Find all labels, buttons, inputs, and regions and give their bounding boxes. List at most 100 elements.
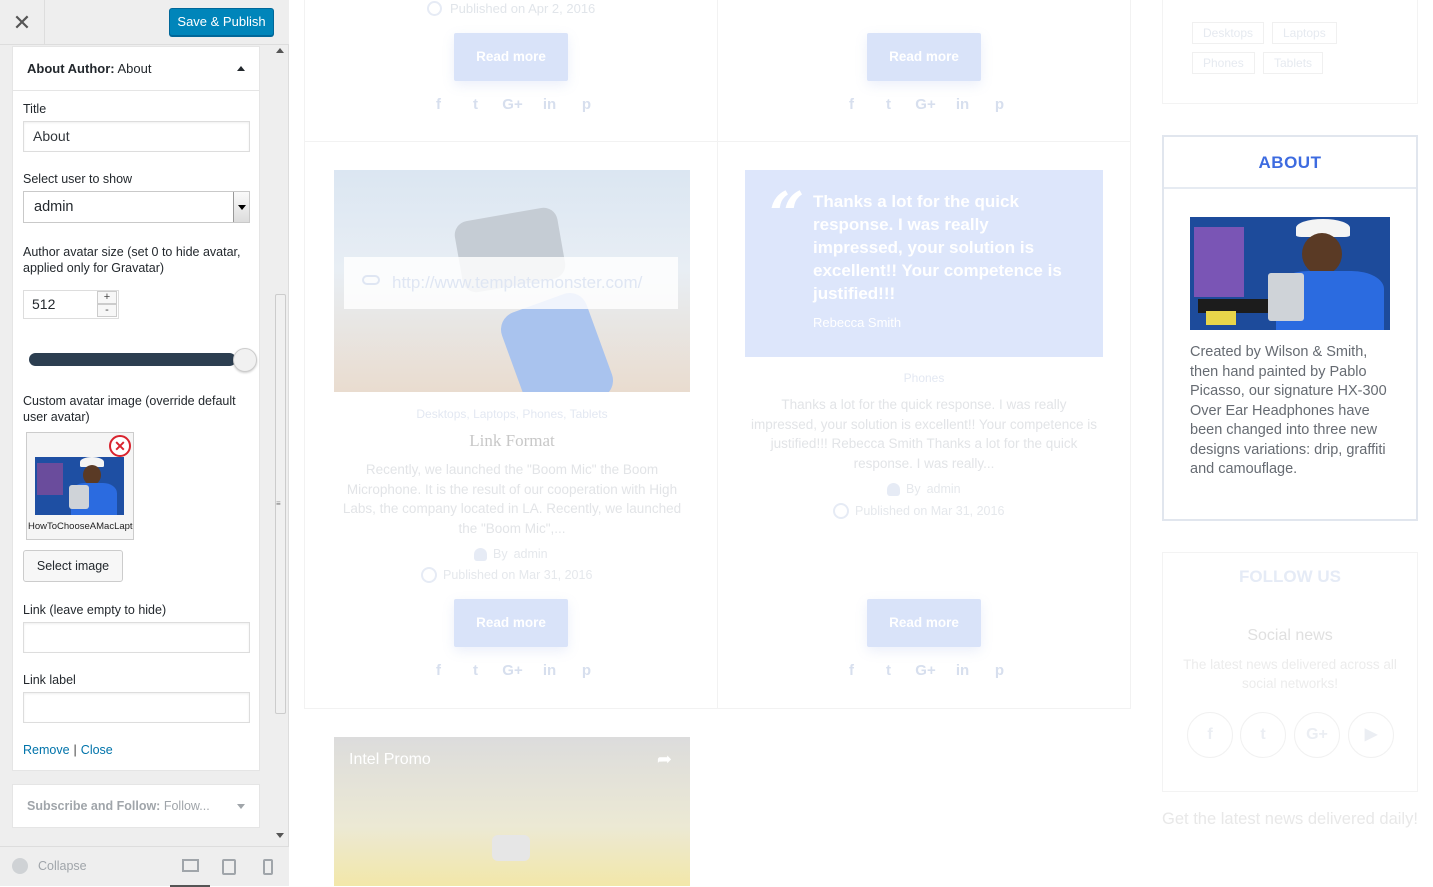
twitter-icon[interactable]: t [870,96,907,113]
social-news-description: The latest news delivered across all soc… [1183,657,1397,691]
quote-text: Thanks a lot for the quick response. I w… [813,192,1062,303]
link-label-label: Link label [23,673,76,687]
scrollbar-grip-icon: ≡ [276,499,281,508]
avatar-thumbnail-caption: HowToChooseAMacLaptop [28,521,133,532]
author-icon [474,547,487,561]
post-categories[interactable]: Desktops, Laptops, Phones, Tablets [334,407,690,421]
pinterest-icon[interactable]: p [981,96,1018,113]
collapse-icon [12,858,28,874]
linkedin-icon[interactable]: in [531,662,568,679]
read-more-button[interactable]: Read more [867,599,981,647]
subscribe-widget-title: Subscribe and Follow: Follow... [27,799,210,813]
select-image-button[interactable]: Select image [23,550,123,582]
scroll-up-icon[interactable] [276,48,284,53]
select-user-dropdown[interactable]: admin [23,191,250,223]
post-categories[interactable]: Phones [745,371,1103,385]
read-more-button[interactable]: Read more [454,599,568,647]
link-input[interactable] [23,622,250,653]
avatar-thumbnail[interactable]: HowToChooseAMacLaptop ✕ [26,432,134,540]
read-more-button[interactable]: Read more [867,33,981,81]
tag-link[interactable]: Desktops [1192,22,1265,44]
author-link[interactable]: admin [927,482,961,496]
link-url[interactable]: http://www.templatemonster.com/ [392,273,642,292]
twitter-icon[interactable]: t [457,96,494,113]
remove-image-icon[interactable]: ✕ [109,435,131,457]
select-user-value: admin [34,199,74,215]
pinterest-icon[interactable]: p [981,662,1018,679]
google-plus-icon[interactable]: G+ [907,96,944,113]
tag-link[interactable]: Tablets [1263,52,1324,74]
tag-link[interactable]: Laptops [1272,22,1337,44]
link-label: Link (leave empty to hide) [23,603,167,617]
google-plus-icon[interactable]: G+ [494,96,531,113]
twitter-icon[interactable]: t [1240,712,1286,758]
post-author: By admin [474,547,548,561]
google-plus-icon[interactable]: G+ [494,662,531,679]
google-plus-icon[interactable]: G+ [907,662,944,679]
share-icons: f t G+ in p [420,662,605,679]
post-date: Published on Mar 31, 2016 [833,503,1004,519]
facebook-icon[interactable]: f [420,96,457,113]
remove-link[interactable]: Remove [23,743,70,757]
post-date: Published on Mar 31, 2016 [421,567,592,583]
avatar-size-stepper[interactable]: + - [97,291,117,318]
linkedin-icon[interactable]: in [531,96,568,113]
custom-avatar-label: Custom avatar image (override default us… [23,394,236,424]
social-news-heading: Social news [1247,627,1333,644]
link-label-input[interactable] [23,692,250,723]
quote-icon: “ [769,178,805,251]
twitter-icon[interactable]: t [870,662,907,679]
customizer-footer: Collapse [0,846,289,887]
video-embed[interactable]: Intel Promo ➦ [334,737,690,886]
scroll-down-icon[interactable] [276,833,284,838]
google-plus-icon[interactable]: G+ [1294,712,1340,758]
collapse-arrow-icon[interactable] [237,66,245,71]
title-label: Title [23,102,47,116]
pinterest-icon[interactable]: p [568,662,605,679]
save-publish-button[interactable]: Save & Publish [169,8,274,36]
collapse-label: Collapse [38,859,87,873]
mobile-preview-icon[interactable] [263,859,273,875]
facebook-icon[interactable]: f [420,662,457,679]
action-separator: | [73,743,77,757]
post-title[interactable]: Link Format [334,431,690,451]
increment-icon[interactable]: + [97,291,117,304]
read-more-button[interactable]: Read more [454,33,568,81]
facebook-icon[interactable]: f [833,96,870,113]
subscribe-follow-widget-header[interactable]: Subscribe and Follow: Follow... [12,784,260,828]
author-link[interactable]: admin [514,547,548,561]
avatar-thumbnail-image [35,457,124,515]
avatar-size-slider-handle[interactable] [233,348,257,372]
dropdown-arrow-icon[interactable] [233,192,249,222]
tablet-preview-icon[interactable] [222,859,236,875]
expand-arrow-icon[interactable] [237,803,245,809]
title-input[interactable]: About [23,121,250,152]
about-author-widget: About Author: About Title About Select u… [12,46,260,771]
widget-header[interactable]: About Author: About [13,47,259,91]
play-icon[interactable] [492,835,530,861]
post-excerpt: Recently, we launched the "Boom Mic" the… [342,462,682,536]
clock-icon [833,503,849,519]
collapse-button[interactable]: Collapse [12,858,87,874]
pinterest-icon[interactable]: p [568,96,605,113]
sidebar-scrollbar[interactable]: ≡ [273,46,288,842]
desktop-preview-icon[interactable] [182,859,199,872]
twitter-icon[interactable]: t [457,662,494,679]
follow-us-title: FOLLOW US [1239,567,1341,586]
youtube-icon[interactable]: ▶ [1348,712,1394,758]
close-customizer-button[interactable]: ✕ [0,0,45,45]
published-date: Published on Apr 2, 2016 [427,1,595,16]
widget-title: About Author: About [27,61,152,76]
facebook-icon[interactable]: f [833,662,870,679]
decrement-icon[interactable]: - [97,304,117,317]
link-url-box[interactable]: http://www.templatemonster.com/ [344,257,678,309]
tag-link[interactable]: Phones [1192,52,1255,74]
avatar-size-slider-track[interactable] [29,353,236,366]
facebook-icon[interactable]: f [1187,712,1233,758]
share-icon[interactable]: ➦ [657,749,672,770]
about-widget: ABOUT Created by Wilson & Smith, then ha… [1162,135,1418,521]
newsletter-heading: Get the latest news delivered daily! [1162,810,1418,828]
linkedin-icon[interactable]: in [944,96,981,113]
linkedin-icon[interactable]: in [944,662,981,679]
close-link[interactable]: Close [81,743,113,757]
